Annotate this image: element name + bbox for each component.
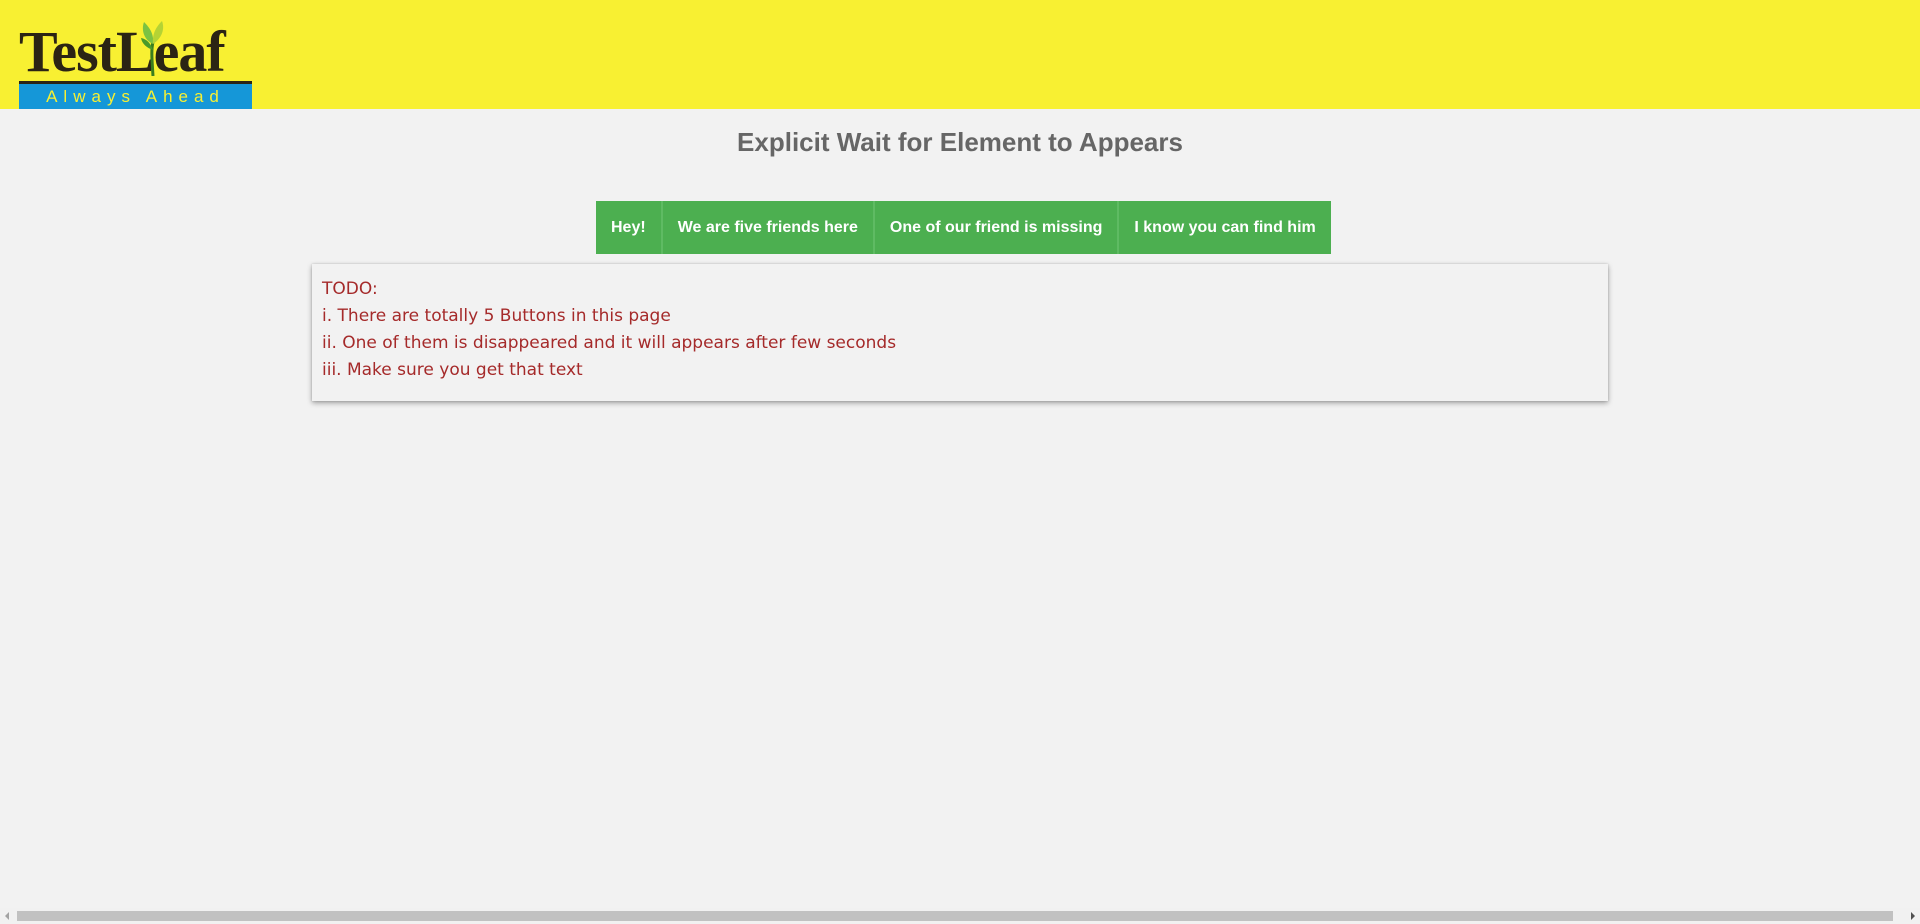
leaf-icon [141,21,164,76]
button-bar: Hey! We are five friends here One of our… [596,201,1331,254]
todo-heading: TODO: [322,279,378,299]
scrollbar-thumb[interactable] [17,911,1893,921]
scroll-left-arrow-icon[interactable] [5,912,9,920]
horizontal-scrollbar[interactable] [0,908,1920,924]
find-him-button[interactable]: I know you can find him [1119,201,1331,254]
five-friends-button[interactable]: We are five friends here [662,201,875,254]
todo-item: i. There are totally 5 Buttons in this p… [322,306,671,326]
testleaf-logo[interactable]: TestLeaf Always Ahead [19,20,252,109]
logo-tagline: Always Ahead [19,84,252,109]
scroll-right-arrow-icon[interactable] [1911,912,1915,920]
logo-wordmark: TestLeaf [19,20,252,82]
logo-word: TestLeaf [19,19,226,84]
site-header: TestLeaf Always Ahead [0,0,1920,109]
todo-box: TODO: i. There are totally 5 Buttons in … [312,264,1608,401]
hey-button[interactable]: Hey! [596,201,663,254]
todo-item: iii. Make sure you get that text [322,360,583,380]
todo-item: ii. One of them is disappeared and it wi… [322,333,897,353]
friend-missing-button[interactable]: One of our friend is missing [874,201,1120,254]
page-title: Explicit Wait for Element to Appears [737,127,1183,157]
